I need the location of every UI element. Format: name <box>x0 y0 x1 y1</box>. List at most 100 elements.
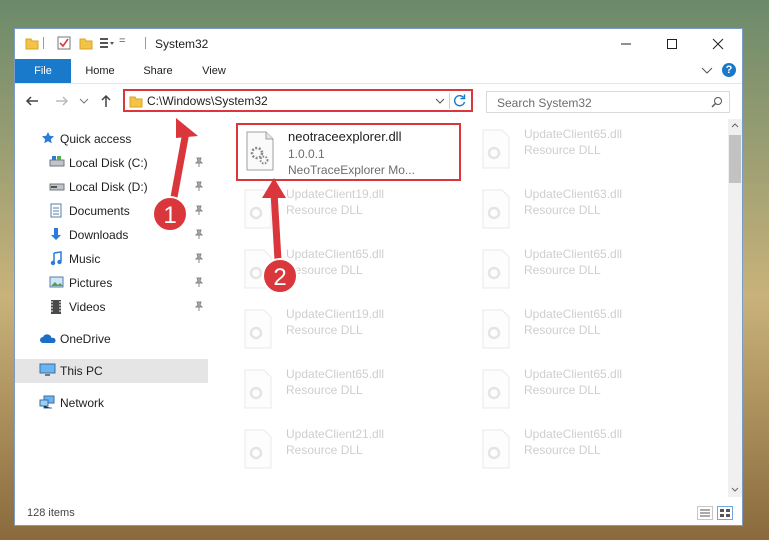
scroll-up-icon[interactable] <box>731 122 739 128</box>
file-item[interactable]: UpdateClient19.dll Resource DLL <box>236 183 461 241</box>
minimize-button[interactable] <box>603 29 649 59</box>
tab-file[interactable]: File <box>15 59 71 83</box>
file-item[interactable]: UpdateClient65.dll Resource DLL <box>474 303 699 361</box>
item-count: 128 items <box>27 507 75 519</box>
star-icon <box>42 132 54 144</box>
sidebar-item-label: Local Disk (D:) <box>69 180 148 194</box>
network-icon <box>39 395 55 409</box>
scrollbar-thumb[interactable] <box>729 135 741 183</box>
file-item[interactable]: UpdateClient21.dll Resource DLL <box>236 423 461 481</box>
file-name: UpdateClient65.dll <box>524 247 623 261</box>
search-input[interactable]: Search System32 <box>486 91 730 113</box>
back-arrow-icon[interactable] <box>25 94 39 108</box>
tab-share[interactable]: Share <box>135 59 181 83</box>
file-item[interactable]: UpdateClient65.dll Resource DLL <box>474 243 699 301</box>
sidebar-item-label: Pictures <box>69 276 113 290</box>
sidebar-item-quick-access[interactable]: Quick access <box>15 127 208 151</box>
folder-icon[interactable] <box>25 36 39 50</box>
sidebar-item-network[interactable]: Network <box>15 391 208 415</box>
navigation-pane: Quick access Local Disk (C:) Local Disk … <box>15 119 208 497</box>
sidebar-item-local-disk-c[interactable]: Local Disk (C:) <box>15 151 208 175</box>
file-item[interactable]: UpdateClient65.dll Resource DLL <box>474 123 699 181</box>
file-item[interactable]: UpdateClient63.dll Resource DLL <box>474 183 699 241</box>
pin-icon[interactable] <box>195 229 203 239</box>
pin-icon[interactable] <box>195 277 203 287</box>
ribbon-tabs: File Home Share View ? <box>15 59 742 83</box>
minimize-icon <box>621 43 631 45</box>
chevron-down-icon[interactable] <box>700 63 714 77</box>
pin-icon[interactable] <box>195 301 203 311</box>
search-icon[interactable] <box>711 96 723 108</box>
file-item[interactable]: UpdateClient19.dll Resource DLL <box>236 303 461 361</box>
file-name: neotraceexplorer.dll <box>288 129 402 144</box>
sidebar-item-label: OneDrive <box>60 332 111 346</box>
title-bar: = System32 <box>15 29 742 59</box>
dll-file-icon <box>482 309 510 349</box>
close-icon <box>712 38 724 50</box>
up-arrow-icon[interactable] <box>99 94 113 108</box>
download-icon <box>51 228 61 240</box>
customize-toolbar-icon[interactable] <box>99 36 115 50</box>
chevron-down-icon[interactable] <box>435 96 445 106</box>
tab-view[interactable]: View <box>191 59 237 83</box>
tab-home[interactable]: Home <box>77 59 123 83</box>
maximize-button[interactable] <box>649 29 695 59</box>
file-item-neotraceexplorer[interactable]: neotraceexplorer.dll 1.0.0.1 NeoTraceExp… <box>236 123 461 181</box>
file-name: UpdateClient65.dll <box>524 367 623 381</box>
documents-icon <box>50 203 62 218</box>
file-item[interactable]: UpdateClient65.dll Resource DLL <box>236 363 461 421</box>
sidebar-item-this-pc[interactable]: This PC <box>15 359 208 383</box>
new-folder-icon[interactable] <box>79 36 93 50</box>
pin-icon[interactable] <box>195 253 203 263</box>
properties-icon[interactable] <box>57 36 71 50</box>
pin-icon[interactable] <box>195 181 203 191</box>
file-name: UpdateClient19.dll <box>286 307 385 321</box>
forward-arrow-icon[interactable] <box>55 94 69 108</box>
dll-file-icon <box>244 369 272 409</box>
sidebar-item-label: Quick access <box>60 132 132 146</box>
help-icon[interactable]: ? <box>722 63 736 77</box>
music-icon <box>50 251 62 266</box>
pictures-icon <box>49 276 64 288</box>
sidebar-item-label: Downloads <box>69 228 129 242</box>
sidebar-item-local-disk-d[interactable]: Local Disk (D:) <box>15 175 208 199</box>
vertical-scrollbar[interactable] <box>728 119 742 497</box>
large-icons-view-icon <box>720 509 730 517</box>
sidebar-item-label: Videos <box>69 300 106 314</box>
address-path[interactable]: C:\Windows\System32 <box>147 94 268 108</box>
maximize-icon <box>667 39 677 49</box>
sidebar-item-pictures[interactable]: Pictures <box>15 271 208 295</box>
window-title: System32 <box>155 37 209 51</box>
file-item[interactable]: UpdateClient65.dll Resource DLL <box>474 423 699 481</box>
sidebar-item-music[interactable]: Music <box>15 247 208 271</box>
details-view-button[interactable] <box>697 506 713 520</box>
dll-file-icon <box>482 249 510 289</box>
file-type: Resource DLL <box>286 203 363 217</box>
dll-file-icon <box>244 189 272 229</box>
sidebar-item-onedrive[interactable]: OneDrive <box>15 327 208 351</box>
dll-file-icon <box>482 189 510 229</box>
file-description: NeoTraceExplorer Mo... <box>288 163 415 177</box>
address-divider <box>449 93 450 109</box>
status-bar: 128 items <box>15 497 742 525</box>
file-type: Resource DLL <box>286 443 363 457</box>
close-button[interactable] <box>695 29 741 59</box>
scroll-down-icon[interactable] <box>731 487 739 493</box>
pin-icon[interactable] <box>195 157 203 167</box>
videos-icon <box>51 300 61 314</box>
cloud-icon <box>40 334 56 343</box>
dll-file-icon <box>482 429 510 469</box>
refresh-icon[interactable] <box>452 93 467 108</box>
address-bar[interactable]: C:\Windows\System32 <box>123 89 473 112</box>
pin-icon[interactable] <box>195 205 203 215</box>
title-divider <box>145 37 146 49</box>
recent-locations-icon[interactable] <box>79 96 89 106</box>
dll-file-icon <box>244 429 272 469</box>
step-badge-1: 1 <box>152 196 188 232</box>
file-item[interactable]: UpdateClient65.dll Resource DLL <box>474 363 699 421</box>
quick-access-dropdown[interactable]: = <box>119 35 125 47</box>
large-icons-view-button[interactable] <box>717 506 733 520</box>
sidebar-item-videos[interactable]: Videos <box>15 295 208 319</box>
file-name: UpdateClient19.dll <box>286 187 385 201</box>
search-placeholder: Search System32 <box>497 96 592 110</box>
